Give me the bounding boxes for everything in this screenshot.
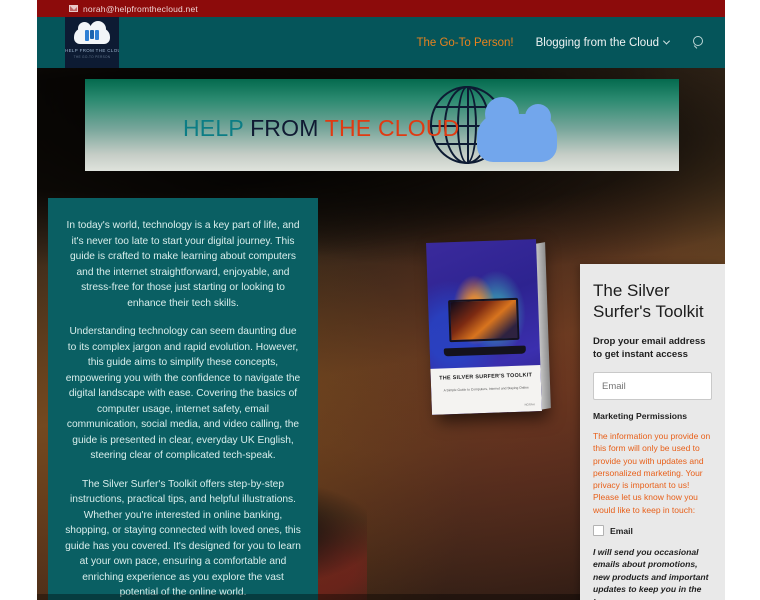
logo-name: HELP FROM THE CLOUD <box>65 48 119 53</box>
optin-italic-note: I will send you occasional emails about … <box>593 547 709 600</box>
email-input[interactable] <box>593 372 712 400</box>
top-utility-bar: norah@helpfromthecloud.net <box>37 0 725 17</box>
banner-word-help: HELP <box>183 115 251 141</box>
logo-blue-bars-icon <box>85 30 99 41</box>
hero-bottom-strip <box>37 594 580 600</box>
book-author: NORAH <box>524 402 535 407</box>
optin-form-card: The Silver Surfer's Toolkit Drop your em… <box>580 264 725 600</box>
intro-copy-panel: In today's world, technology is a key pa… <box>48 198 318 600</box>
envelope-icon <box>69 5 78 12</box>
hero-section: HELP FROM THE CLOUD In today's world, te… <box>37 68 725 600</box>
site-logo[interactable]: HELP FROM THE CLOUD THE GO-TO PERSON <box>65 17 119 68</box>
laptop-illustration <box>442 297 526 357</box>
banner-word-the-cloud: THE CLOUD <box>324 115 460 141</box>
intro-paragraph-1: In today's world, technology is a key pa… <box>66 220 300 309</box>
nav-item-blogging-label: Blogging from the Cloud <box>535 36 659 49</box>
optin-subheading: Drop your email address to get instant a… <box>593 336 706 360</box>
nav-item-go-to-person[interactable]: The Go-To Person! <box>416 37 513 49</box>
intro-paragraph-3: The Silver Surfer's Toolkit offers step-… <box>65 478 301 599</box>
marketing-permissions-body: The information you provide on this form… <box>593 431 711 515</box>
email-consent-checkbox[interactable] <box>593 525 604 537</box>
site-column: norah@helpfromthecloud.net HELP FROM THE… <box>37 0 725 600</box>
book-title-block: THE SILVER SURFER'S TOOLKIT A Simple Gui… <box>430 365 542 415</box>
chevron-down-icon <box>662 37 671 45</box>
banner-word-from: FROM <box>250 115 325 141</box>
email-consent-label: Email <box>610 525 633 536</box>
book-cover-mockup: THE SILVER SURFER'S TOOLKIT A Simple Gui… <box>426 239 551 415</box>
book-title: THE SILVER SURFER'S TOOLKIT <box>439 372 533 382</box>
nav-item-go-to-person-label: The Go-To Person! <box>416 36 514 49</box>
main-navigation: The Go-To Person! Blogging from the Clou… <box>416 17 725 68</box>
site-header: HELP FROM THE CLOUD THE GO-TO PERSON The… <box>37 17 725 68</box>
logo-tagline: THE GO-TO PERSON <box>73 55 111 59</box>
book-front-cover: THE SILVER SURFER'S TOOLKIT A Simple Gui… <box>426 239 542 415</box>
cloud-icon <box>477 97 557 162</box>
banner-title: HELP FROM THE CLOUD <box>183 115 459 142</box>
email-consent-row[interactable]: Email <box>593 525 712 537</box>
brand-banner: HELP FROM THE CLOUD <box>85 79 679 171</box>
search-icon[interactable] <box>691 35 707 51</box>
marketing-permissions-title: Marketing Permissions <box>593 411 688 421</box>
optin-heading: The Silver Surfer's Toolkit <box>593 281 704 321</box>
nav-item-blogging[interactable]: Blogging from the Cloud <box>535 36 671 49</box>
contact-email[interactable]: norah@helpfromthecloud.net <box>83 4 198 14</box>
book-subtitle: A Simple Guide to Computers, Internet an… <box>443 385 529 393</box>
intro-paragraph-2: Understanding technology can seem daunti… <box>65 326 301 461</box>
page-root: norah@helpfromthecloud.net HELP FROM THE… <box>0 0 760 600</box>
